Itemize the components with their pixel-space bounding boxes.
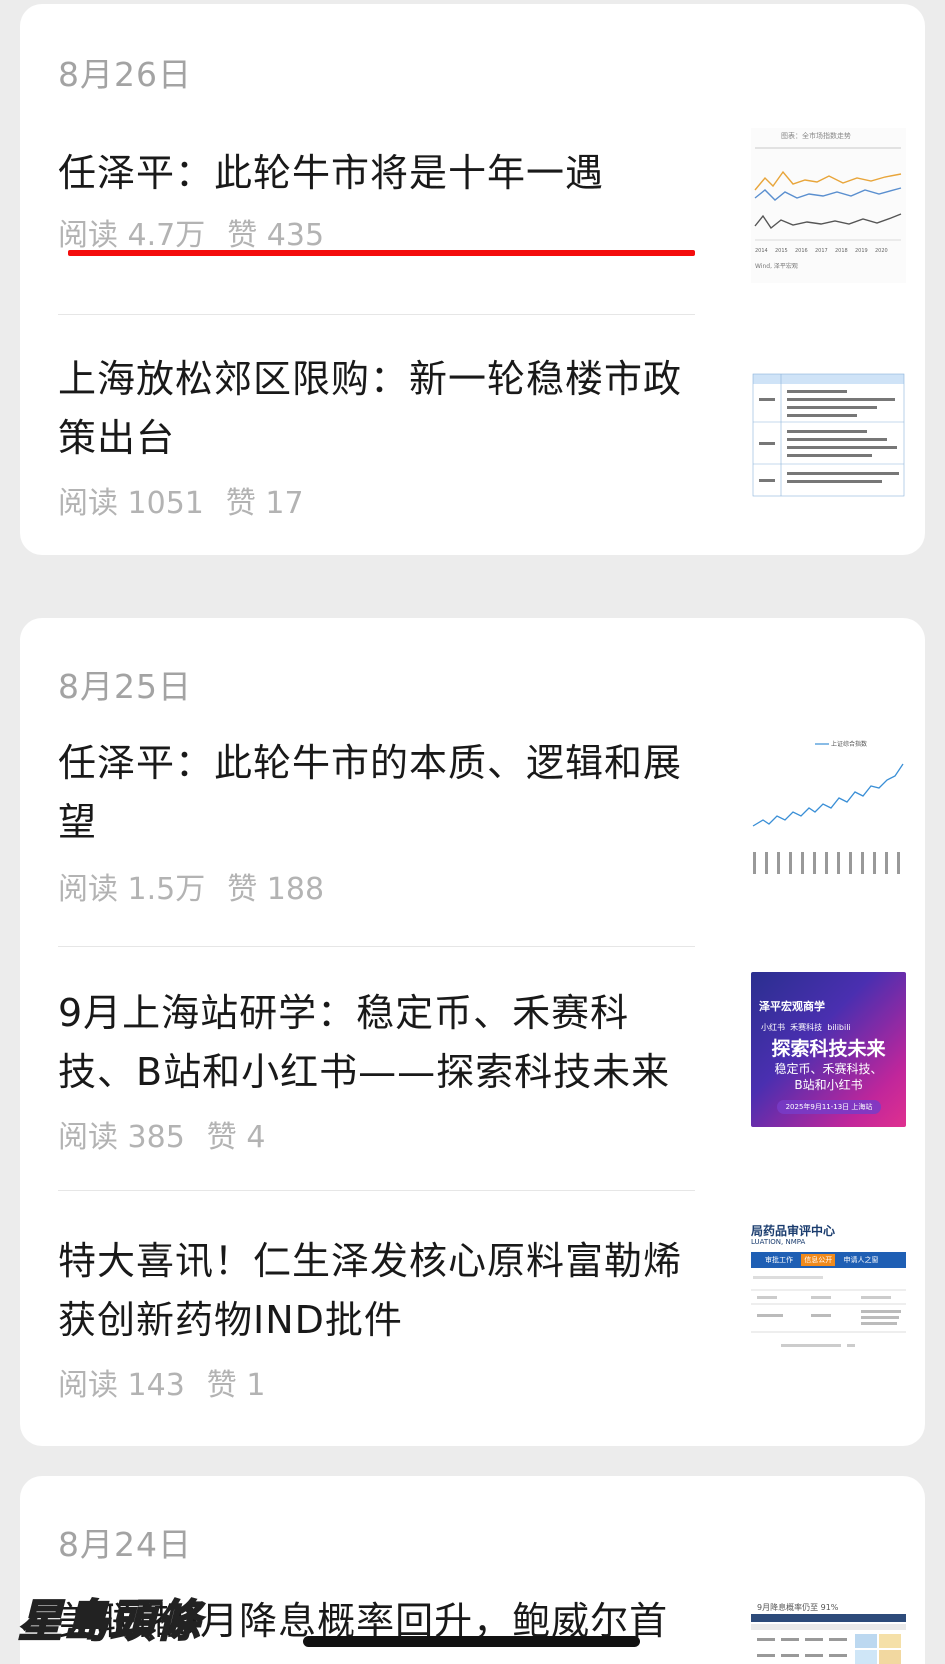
article-title: 任泽平：此轮牛市将是十年一遇	[58, 151, 605, 195]
svg-text:2017: 2017	[815, 248, 828, 254]
thumb-legend: 上证综合指数	[831, 740, 867, 748]
article-item[interactable]: 上海放松郊区限购：新一轮稳楼市政策出台 阅读 1051 赞 17	[58, 350, 908, 522]
read-count: 阅读 1051	[58, 486, 204, 521]
like-count: 赞 4	[206, 1120, 266, 1155]
article-thumbnail: 图表：全市场指数走势 2014 2015 2016 2017 2018 2019 2020 …	[751, 128, 906, 283]
article-meta: 阅读 1.5万赞 188	[58, 864, 346, 908]
like-count: 赞 17	[225, 486, 304, 521]
poster-brand: 泽平宏观商学	[759, 1000, 825, 1013]
svg-text:图表：全市场指数走势: 图表：全市场指数走势	[781, 131, 851, 140]
watermark-logo: 星島頭條	[17, 1595, 202, 1648]
divider	[58, 946, 695, 947]
nmpa-tab: 申请人之窗	[843, 1256, 879, 1264]
poster-date: 2025年9月11-13日	[785, 1103, 850, 1111]
thumb-caption: 9月降息概率仍至 91%	[757, 1603, 839, 1612]
article-meta: 阅读 143 赞 1	[58, 1360, 287, 1404]
poster-place: 上海站	[851, 1103, 873, 1111]
divider	[58, 1190, 695, 1191]
read-count: 阅读 385	[58, 1120, 185, 1155]
svg-text:2015: 2015	[775, 248, 788, 254]
group-date: 8月26日	[58, 55, 192, 94]
article-title: 上海放松郊区限购：新一轮稳楼市政策出台	[58, 357, 683, 460]
read-count: 阅读 1.5万	[58, 872, 206, 907]
poster-headline: 探索科技未来	[771, 1038, 886, 1060]
article-meta: 阅读 4.7万赞 435	[58, 210, 346, 254]
poster-sub: bilibili	[827, 1023, 851, 1032]
like-count: 赞 435	[227, 218, 325, 253]
article-title: 特大喜讯！仁生泽发核心原料富勒烯获创新药物IND批件	[58, 1239, 683, 1342]
article-item[interactable]: 任泽平：此轮牛市的本质、逻辑和展望 阅读 1.5万赞 188 上证综合指数	[58, 734, 908, 907]
like-count: 赞 1	[206, 1368, 266, 1403]
divider	[58, 314, 695, 315]
article-thumbnail: 9月降息概率仍至 91%	[751, 1602, 906, 1664]
nmpa-sub: LUATION, NMPA	[751, 1238, 806, 1246]
article-thumbnail: 泽平宏观商学 小红书 禾赛科技 bilibili 探索科技未来 稳定币、禾赛科技…	[751, 972, 906, 1127]
nmpa-tab: 审批工作	[765, 1256, 793, 1264]
date-group-card: 8月26日 任泽平：此轮牛市将是十年一遇 阅读 4.7万赞 435 图表：全市场…	[20, 4, 925, 555]
group-date: 8月24日	[58, 1525, 192, 1564]
svg-text:2016: 2016	[795, 248, 808, 254]
article-thumbnail: 上证综合指数	[751, 734, 906, 884]
svg-text:2018: 2018	[835, 248, 848, 254]
article-item[interactable]: 特大喜讯！仁生泽发核心原料富勒烯获创新药物IND批件 阅读 143 赞 1 局药品…	[58, 1220, 908, 1412]
article-history-page: 8月26日 任泽平：此轮牛市将是十年一遇 阅读 4.7万赞 435 图表：全市场…	[0, 0, 945, 1664]
home-indicator[interactable]	[303, 1636, 640, 1647]
article-item[interactable]: 9月上海站研学：稳定币、禾赛科技、B站和小红书——探索科技未来 阅读 385 赞 …	[58, 972, 908, 1164]
article-meta: 阅读 1051 赞 17	[58, 478, 326, 522]
article-title: 任泽平：此轮牛市的本质、逻辑和展望	[58, 741, 683, 844]
poster-line: B站和小红书	[794, 1078, 863, 1092]
date-group-card: 8月25日 任泽平：此轮牛市的本质、逻辑和展望 阅读 1.5万赞 188 上证综…	[20, 618, 925, 1446]
article-thumbnail: 局药品审评中心 LUATION, NMPA 审批工作 信息公开 申请人之窗	[751, 1220, 906, 1370]
svg-text:Wind, 泽平宏观: Wind, 泽平宏观	[755, 262, 798, 270]
like-count: 赞 188	[227, 872, 325, 907]
poster-sub: 小红书	[761, 1023, 785, 1032]
svg-text:2014: 2014	[755, 248, 768, 254]
poster-sub: 禾赛科技	[790, 1023, 823, 1032]
article-meta: 阅读 385 赞 4	[58, 1112, 287, 1156]
poster-line: 稳定币、禾赛科技、	[774, 1062, 883, 1076]
read-count: 阅读 143	[58, 1368, 185, 1403]
article-thumbnail	[751, 364, 906, 504]
group-date: 8月25日	[58, 667, 192, 706]
svg-text:2019: 2019	[855, 248, 868, 254]
svg-text:2020: 2020	[875, 248, 888, 254]
nmpa-header: 局药品审评中心	[751, 1224, 836, 1238]
read-count: 阅读 4.7万	[58, 218, 206, 253]
highlight-underline	[68, 250, 695, 256]
article-title: 9月上海站研学：稳定币、禾赛科技、B站和小红书——探索科技未来	[58, 991, 671, 1094]
nmpa-tab: 信息公开	[801, 1254, 836, 1266]
